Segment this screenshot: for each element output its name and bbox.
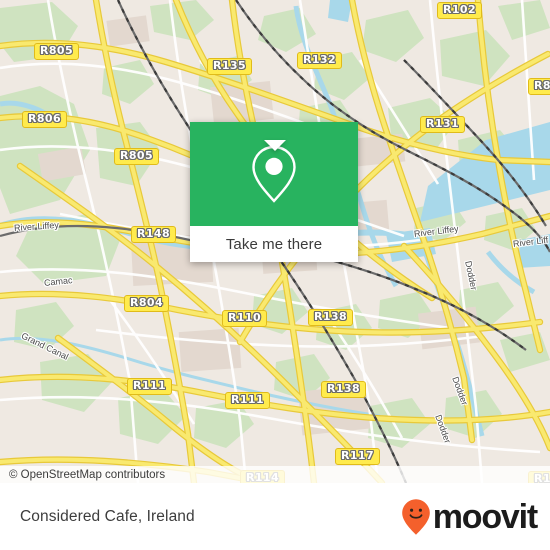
road-shield: R117 [335,448,381,465]
road-shield: R805 [114,148,160,165]
road-shield: R80 [528,78,550,95]
osm-attribution-text[interactable]: © OpenStreetMap contributors [0,469,165,481]
road-shield: R102 [437,2,483,19]
place-title: Considered Cafe, Ireland [20,507,195,525]
map-pin-icon [252,145,296,203]
road-shield: R110 [222,310,268,327]
map-screenshot: R805 R135 R132 R102 R806 R805 R131 R80 R148 R804 R… [0,0,550,550]
popup-pointer-tail [264,140,286,151]
road-shield: R111 [225,392,271,409]
road-shield: R135 [207,58,253,75]
road-shield: R138 [321,381,367,398]
road-shield: R148 [131,226,177,243]
map-canvas[interactable]: R805 R135 R132 R102 R806 R805 R131 R80 R148 R804 R… [0,0,550,483]
moovit-smiley-pin-icon [401,498,430,535]
road-shield: R111 [127,378,173,395]
road-shield: R138 [308,309,354,326]
moovit-logo[interactable]: moovit [401,498,550,536]
take-me-there-label: Take me there [225,235,323,253]
road-shield: R806 [22,111,68,128]
moovit-wordmark: moovit [432,497,538,536]
road-shield: R131 [420,116,466,133]
popup-icon-area [190,122,358,226]
footer-bar: Considered Cafe, Ireland moovit [0,483,550,550]
take-me-there-button[interactable]: Take me there [190,226,358,262]
map-attribution-bar: © OpenStreetMap contributors [0,466,550,483]
road-shield: R132 [297,52,343,69]
road-shield: R805 [34,43,80,60]
road-shield: R804 [124,295,170,312]
